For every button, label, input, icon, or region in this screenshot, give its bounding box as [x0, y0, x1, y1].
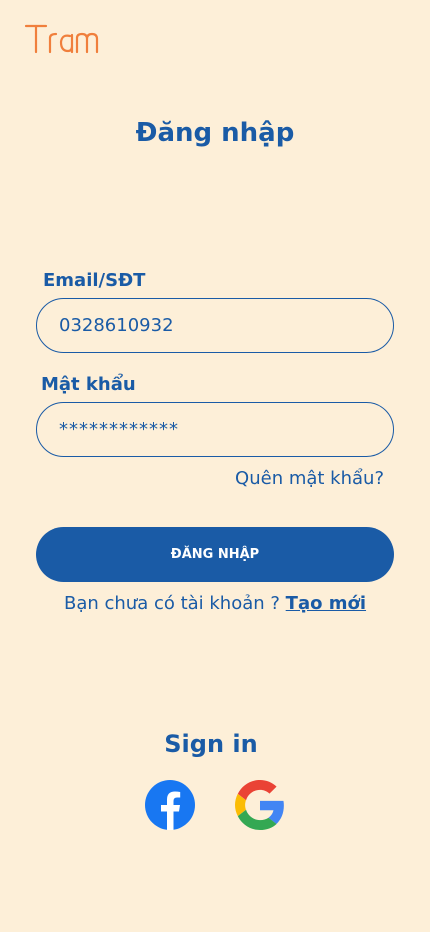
- tram-logo: [24, 24, 99, 54]
- forgot-password-link[interactable]: Quên mật khẩu?: [235, 468, 384, 489]
- create-account-link[interactable]: Tạo mới: [286, 593, 366, 614]
- social-sign-in-title: Sign in: [164, 730, 258, 758]
- email-field[interactable]: [36, 298, 394, 353]
- password-label: Mật khẩu: [41, 374, 136, 395]
- email-label: Email/SĐT: [43, 270, 146, 291]
- login-button[interactable]: ĐĂNG NHẬP: [36, 527, 394, 582]
- google-icon[interactable]: [235, 780, 285, 830]
- page-title: Đăng nhập: [135, 118, 295, 148]
- password-field[interactable]: [36, 402, 394, 457]
- signup-prompt: Bạn chưa có tài khoản ?: [63, 593, 286, 614]
- facebook-icon[interactable]: [145, 780, 195, 830]
- signup-line: Bạn chưa có tài khoản ? Tạo mới: [0, 593, 430, 614]
